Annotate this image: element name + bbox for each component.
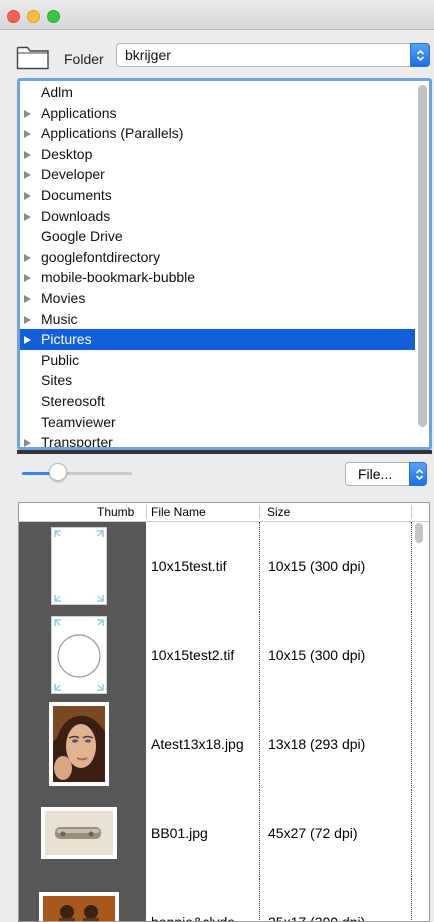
tree-item[interactable]: Documents [20,185,415,206]
thumb-cell[interactable] [19,700,146,788]
tree-item-label: Developer [41,166,105,183]
tree-item[interactable]: Desktop [20,144,415,165]
blank-portrait-icon [51,527,107,610]
tree-item-label: Applications [41,104,117,121]
minimize-window-button[interactable] [27,10,40,23]
tree-item-label: googlefontdirectory [41,248,161,265]
disclosure-triangle-icon[interactable] [24,212,31,221]
tree-item[interactable]: Pictures [20,329,415,350]
folder-label: Folder [64,51,104,67]
thumb-cell[interactable] [19,789,146,877]
close-window-button[interactable] [7,10,20,23]
file-size-cell: 25x17 (300 dpi) [259,878,414,921]
disclosure-triangle-icon[interactable] [24,253,31,262]
window-titlebar [0,0,434,30]
disclosure-triangle-icon[interactable] [24,315,31,324]
disclosure-triangle-icon[interactable] [24,171,31,180]
circle-portrait-icon [51,616,107,699]
tree-item[interactable]: Teamviewer [20,412,415,433]
table-row[interactable]: Atest13x18.jpg 13x18 (293 dpi) [19,700,414,788]
tree-item[interactable]: Applications (Parallels) [20,123,415,144]
table-scrollbar[interactable] [415,523,423,543]
file-size-cell: 45x27 (72 dpi) [259,789,414,877]
tree-item[interactable]: Developer [20,164,415,185]
tree-item-label: Music [41,310,78,327]
tree-item-label: Stereosoft [41,393,105,409]
thumb-cell[interactable] [19,878,146,921]
file-size-cell: 13x18 (293 dpi) [259,700,414,788]
tree-item-label: Teamviewer [41,413,116,430]
tree-item-label: Pictures [41,331,92,348]
tree-item-label: Desktop [41,145,93,162]
tree-item-label: Adlm [41,84,73,100]
folder-row: Folder bkrijger [0,31,434,81]
tree-item-label: Sites [41,372,73,389]
file-table: Thumb File Name Size 10x15test.tif 10x15 … [18,502,430,922]
tree-item-label: Applications (Parallels) [41,125,184,142]
table-row[interactable]: 10x15test2.tif 10x15 (300 dpi) [19,611,414,699]
column-header-thumb[interactable]: Thumb [97,505,134,519]
file-menu-button[interactable]: File... [345,462,427,486]
file-name-cell: 10x15test.tif [146,522,259,610]
tree-scrollbar[interactable] [418,85,427,427]
file-name-cell: BB01.jpg [146,789,259,877]
tree-item[interactable]: Downloads [20,206,415,227]
disclosure-triangle-icon[interactable] [24,439,31,447]
table-row[interactable]: 10x15test.tif 10x15 (300 dpi) [19,522,414,610]
file-menu-label: File... [358,466,393,482]
disclosure-triangle-icon[interactable] [24,109,31,118]
column-header-file-name[interactable]: File Name [151,505,206,519]
tree-item[interactable]: mobile-bookmark-bubble [20,267,415,288]
tree-item-label: Downloads [41,207,111,224]
tree-item[interactable]: Adlm [20,82,415,103]
table-header: Thumb File Name Size [19,503,429,522]
tree-item[interactable]: Stereosoft [20,391,415,412]
tree-item[interactable]: Movies [20,288,415,309]
split-divider[interactable] [17,450,432,454]
file-name-cell: Atest13x18.jpg [146,700,259,788]
tree-item[interactable]: googlefontdirectory [20,247,415,268]
group-photo-icon [39,892,119,921]
folder-icon [16,46,49,70]
disclosure-triangle-icon[interactable] [24,130,31,139]
table-row[interactable]: BB01.jpg 45x27 (72 dpi) [19,789,414,877]
disclosure-triangle-icon[interactable] [24,150,31,159]
tree-item-label: Documents [41,187,112,203]
column-header-size[interactable]: Size [267,505,290,519]
folder-tree[interactable]: Adlm Applications Applications (Parallels)… [17,78,432,450]
disclosure-triangle-icon[interactable] [24,192,31,200]
disclosure-triangle-icon[interactable] [24,336,31,345]
tree-item[interactable]: Transporter [20,432,415,450]
face-photo-icon [49,702,109,791]
tree-item[interactable]: Sites [20,370,415,391]
file-size-cell: 10x15 (300 dpi) [259,522,414,610]
thumb-size-slider-knob[interactable] [49,463,68,481]
chevron-updown-icon [409,462,427,486]
tree-item-label: mobile-bookmark-bubble [41,269,196,286]
tree-item[interactable]: Public [20,350,415,371]
thumb-cell[interactable] [19,611,146,699]
tree-item-label: Transporter [41,434,113,450]
table-row[interactable]: bonnie&clyde 25x17 (300 dpi) [19,878,414,921]
disclosure-triangle-icon[interactable] [24,274,31,283]
tree-item[interactable]: Google Drive [20,226,415,247]
tree-item-label: Google Drive [41,228,123,245]
file-name-cell: bonnie&clyde [146,878,259,921]
disclosure-triangle-icon[interactable] [24,295,31,303]
tree-item[interactable]: Music [20,309,415,330]
object-photo-icon [41,807,117,864]
tree-item[interactable]: Applications [20,103,415,124]
tree-item-label: Public [41,351,80,368]
chevron-updown-icon [410,43,430,67]
tree-item-label: Movies [41,290,86,306]
file-size-cell: 10x15 (300 dpi) [259,611,414,699]
folder-select-value: bkrijger [125,47,171,63]
zoom-window-button[interactable] [47,10,60,23]
thumb-cell[interactable] [19,522,146,610]
file-name-cell: 10x15test2.tif [146,611,259,699]
folder-select[interactable]: bkrijger [116,43,430,67]
